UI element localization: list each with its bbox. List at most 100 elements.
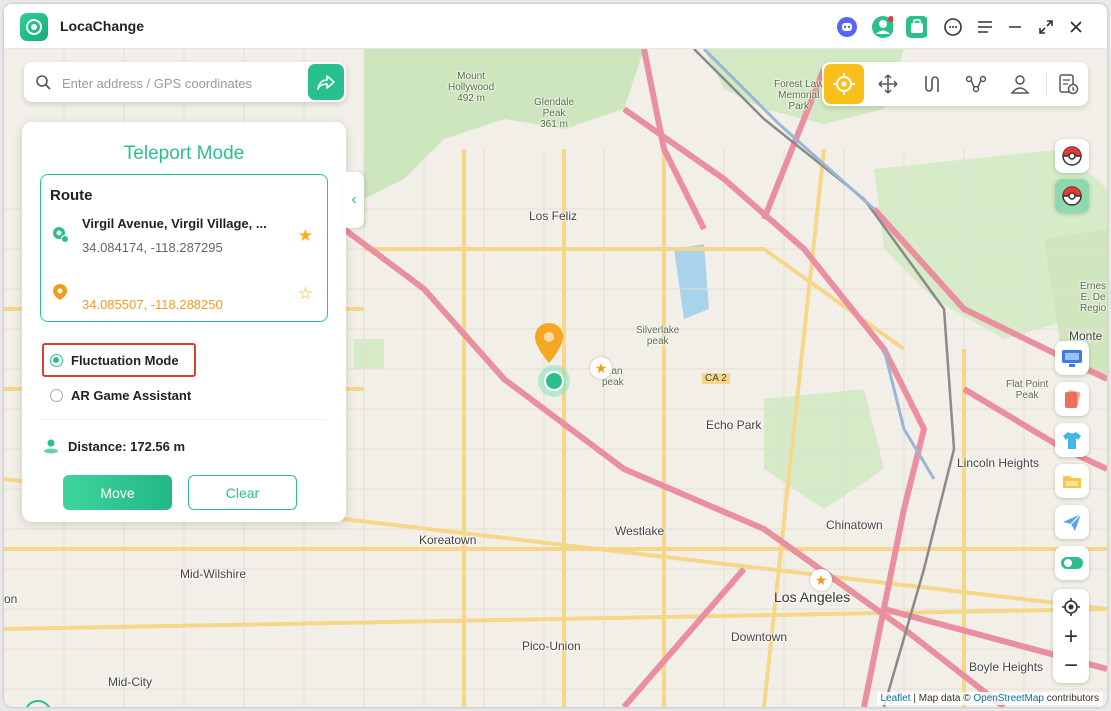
teleport-panel: Teleport Mode Route Virgil Avenue, Virgi… [22,122,346,522]
fluctuation-mode-label: Fluctuation Mode [71,352,179,368]
start-location-icon [53,227,69,243]
map-label-westlake: Westlake [615,524,665,538]
favorite-marker-icon[interactable]: ★ [590,357,612,379]
pokeball-button-2[interactable] [1055,179,1089,213]
map-label-koreatown: Koreatown [419,533,477,547]
close-icon[interactable] [1065,16,1087,38]
app-title: LocaChange [60,18,145,34]
search-icon [36,75,51,90]
leaflet-link[interactable]: Leaflet [881,693,911,704]
zoom-in-button[interactable]: + [1053,622,1089,652]
start-location-name: Virgil Avenue, Virgil Village, ... [82,216,267,231]
account-icon[interactable] [871,16,893,38]
zoom-controls: + − [1053,589,1089,683]
map-label-on: on [4,592,18,606]
osm-link[interactable]: OpenStreetMap [973,693,1044,704]
mode-toolbar [822,62,1088,106]
map-label-lincoln-heights: Lincoln Heights [957,456,1040,470]
joystick-mode-button[interactable] [868,64,908,104]
attribution-suffix: contributors [1043,693,1099,704]
cards-icon [1065,390,1081,408]
attribution-text: | Map data © [910,693,974,704]
device-screen-button[interactable] [1055,341,1089,375]
destination-pin-icon[interactable] [532,321,566,367]
toggle-button[interactable] [1055,546,1089,580]
map-label-boyle-heights: Boyle Heights [969,660,1044,674]
destination-location-icon [53,284,67,300]
multi-route-icon [965,75,987,93]
app-logo-icon [20,13,48,41]
monitor-icon [1062,350,1082,367]
ar-game-assistant-label: AR Game Assistant [71,387,192,403]
distance-text: Distance: 172.56 m [68,438,186,454]
history-button[interactable] [1050,64,1086,104]
map-label-mount-hollywood: Mount Hollywood 492 m [448,71,495,104]
move-button[interactable]: Move [63,475,172,510]
favorite-marker-la-icon[interactable]: ★ [810,569,832,591]
fluctuation-mode-radio[interactable] [50,353,63,367]
toolbar-divider [1046,72,1047,96]
share-arrow-icon [317,75,335,90]
send-button[interactable] [1055,505,1089,539]
map-label-pico-union: Pico-Union [522,639,581,653]
map-label-glendale-peak: Glendale Peak 361 m [534,97,575,130]
route-u-icon [925,76,939,92]
route-box: Route Virgil Avenue, Virgil Village, ...… [40,174,328,322]
teleport-mode-button[interactable] [824,64,864,104]
ar-game-assistant-radio[interactable] [50,388,63,402]
fluctuation-mode-option[interactable]: Fluctuation Mode [50,349,179,371]
store-icon[interactable] [905,16,927,38]
start-location-coords: 34.084174, -118.287295 [82,240,223,255]
map-label-ca2: CA 2 [702,373,730,384]
person-mode-button[interactable] [1000,64,1040,104]
maximize-icon[interactable] [1035,16,1057,38]
zoom-out-button[interactable]: − [1053,651,1089,681]
app-window: LocaChange Mount Hollywood 492 m Glendal… [4,4,1107,707]
current-location-marker-icon[interactable] [536,363,572,399]
cards-button[interactable] [1055,382,1089,416]
folder-button[interactable] [1055,464,1089,498]
distance-row: Distance: 172.56 m [42,438,185,454]
skin-button[interactable] [1055,423,1089,457]
panel-title: Teleport Mode [123,143,245,164]
ar-game-assistant-option[interactable]: AR Game Assistant [50,384,191,406]
map-label-mid-city: Mid-City [108,675,152,689]
map-label-ernest: Ernes E. De Regio [1080,281,1107,314]
search-input[interactable] [60,71,304,95]
search-bar [24,62,346,102]
map-attribution: Leaflet | Map data © OpenStreetMap contr… [876,692,1103,705]
map-label-los-feliz: Los Feliz [529,209,578,223]
title-bar: LocaChange [4,4,1107,49]
multi-spot-mode-button[interactable] [956,64,996,104]
menu-icon[interactable] [974,16,996,38]
map-label-flat-point: Flat Point Peak [1006,379,1049,401]
map-label-echo-park: Echo Park [706,418,762,432]
start-favorite-star-icon[interactable]: ★ [298,227,313,244]
destination-favorite-star-icon[interactable]: ☆ [298,285,313,302]
map-label-forest-lawn: Forest Law Memorial Park [774,79,824,112]
search-go-button[interactable] [308,64,344,100]
pokeball-green-icon [1062,186,1082,206]
pokeball-icon [1062,146,1082,166]
panel-divider [40,419,326,420]
tshirt-icon [1063,432,1081,449]
minimize-icon[interactable] [1004,16,1026,38]
pokeball-button-1[interactable] [1055,139,1089,173]
move-arrows-icon [878,74,898,94]
map-label-chinatown: Chinatown [826,518,883,532]
crosshair-icon [833,73,855,95]
distance-icon [44,439,58,454]
clear-button[interactable]: Clear [188,475,297,510]
folder-icon [1063,476,1081,488]
discord-icon[interactable] [836,16,858,38]
chevron-left-icon: ‹ [351,191,357,208]
locate-me-button[interactable] [1053,592,1089,622]
collapse-panel-button[interactable]: ‹ [344,172,364,228]
toggle-icon [1061,557,1083,569]
map-label-los-angeles: Los Angeles [774,589,851,605]
map-label-mid-wilshire: Mid-Wilshire [180,567,246,581]
feedback-icon[interactable] [942,16,964,38]
two-spot-mode-button[interactable] [912,64,952,104]
destination-coords: 34.085507, -118.288250 [82,297,223,312]
map-label-silverlake-peak: Silverlake peak [636,325,680,347]
